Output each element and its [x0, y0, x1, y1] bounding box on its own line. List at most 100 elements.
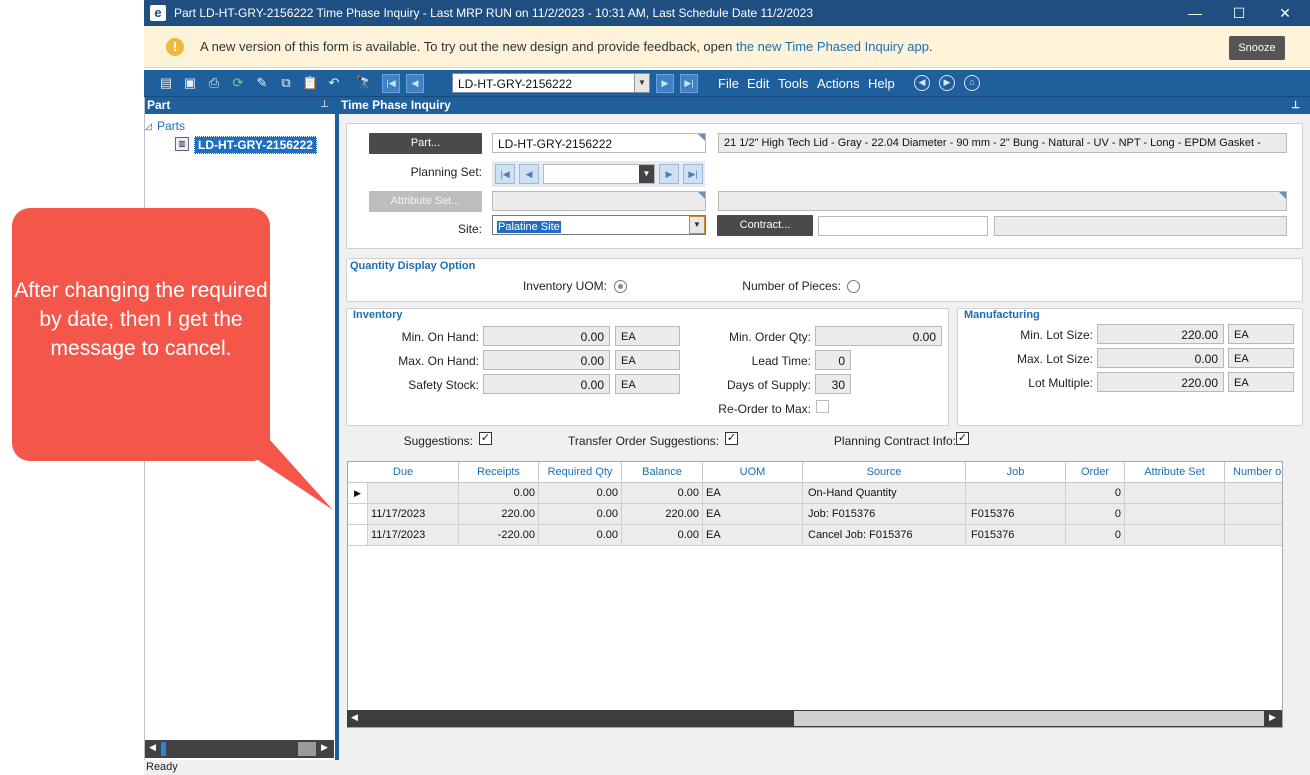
- part-button[interactable]: Part...: [369, 133, 482, 154]
- table-cell[interactable]: 0.00: [622, 483, 703, 504]
- close-button-2[interactable]: ✕: [1262, 0, 1308, 26]
- planning-last-icon[interactable]: ▶|: [683, 164, 703, 184]
- menu-help[interactable]: Help: [868, 76, 895, 91]
- minimize-button-2[interactable]: —: [1172, 0, 1218, 26]
- scroll-track[interactable]: [298, 742, 316, 756]
- planning-next-icon[interactable]: ▶: [659, 164, 679, 184]
- number-of-pieces-radio[interactable]: [847, 280, 860, 293]
- home-icon[interactable]: ⌂: [964, 75, 980, 91]
- inventory-uom-radio[interactable]: [614, 280, 627, 293]
- paste-icon[interactable]: 📋: [302, 75, 318, 91]
- table-cell[interactable]: EA: [703, 504, 803, 525]
- table-cell[interactable]: Job: F015376: [803, 504, 966, 525]
- table-cell[interactable]: 220.00: [459, 504, 539, 525]
- first-record-icon[interactable]: |◀: [382, 74, 400, 93]
- table-row[interactable]: 11/17/2023: [368, 525, 459, 546]
- refresh-icon[interactable]: ⟳: [230, 75, 246, 91]
- table-cell[interactable]: 220.00: [622, 504, 703, 525]
- col-due[interactable]: Due: [348, 462, 459, 483]
- row-indicator-icon[interactable]: ▶: [348, 483, 368, 504]
- maximize-button[interactable]: ☐: [1216, 0, 1262, 26]
- table-cell[interactable]: 0: [1066, 483, 1125, 504]
- table-cell[interactable]: [966, 483, 1066, 504]
- site-select[interactable]: Palatine Site ▼: [492, 215, 706, 235]
- menu-actions[interactable]: Actions: [817, 76, 860, 91]
- table-cell[interactable]: [1125, 483, 1225, 504]
- last-record-icon[interactable]: ▶|: [680, 74, 698, 93]
- previous-record-icon[interactable]: ◀: [406, 74, 424, 93]
- planning-set-select[interactable]: ▼: [543, 164, 655, 184]
- chevron-down-icon[interactable]: ▼: [634, 74, 649, 92]
- new-icon[interactable]: ▤: [158, 75, 174, 91]
- next-record-icon[interactable]: ▶: [656, 74, 674, 93]
- table-row[interactable]: [368, 483, 459, 504]
- reorder-to-max-checkbox[interactable]: [816, 400, 829, 413]
- contract-field[interactable]: [818, 216, 988, 236]
- table-cell[interactable]: 0: [1066, 504, 1125, 525]
- table-cell[interactable]: F015376: [966, 504, 1066, 525]
- left-horizontal-scrollbar[interactable]: ◀ ▶: [145, 740, 334, 758]
- forward-icon[interactable]: ▶: [939, 75, 955, 91]
- back-icon[interactable]: ◀: [914, 75, 930, 91]
- table-cell[interactable]: 0.00: [539, 483, 622, 504]
- col-job[interactable]: Job: [966, 462, 1066, 483]
- table-cell[interactable]: EA: [703, 525, 803, 546]
- col-number-of[interactable]: Number o: [1225, 462, 1282, 483]
- search-icon[interactable]: 🔭: [356, 75, 372, 91]
- clear-icon[interactable]: ✎: [254, 75, 270, 91]
- new-app-link[interactable]: the new Time Phased Inquiry app: [736, 39, 929, 54]
- table-cell[interactable]: EA: [703, 483, 803, 504]
- scroll-left-icon[interactable]: ◀: [149, 742, 156, 753]
- print-icon[interactable]: ⎙: [206, 75, 222, 91]
- main-pin-icon[interactable]: ⊥: [1291, 97, 1300, 114]
- table-cell[interactable]: 0.00: [539, 504, 622, 525]
- save-icon[interactable]: ▣: [182, 75, 198, 91]
- col-uom[interactable]: UOM: [703, 462, 803, 483]
- col-required-qty[interactable]: Required Qty: [539, 462, 622, 483]
- site-chevron-down-icon[interactable]: ▼: [689, 216, 705, 234]
- scroll-thumb[interactable]: [161, 742, 166, 756]
- part-field[interactable]: LD-HT-GRY-2156222: [492, 133, 706, 153]
- col-balance[interactable]: Balance: [622, 462, 703, 483]
- part-selector[interactable]: LD-HT-GRY-2156222 ▼: [452, 73, 650, 93]
- table-cell[interactable]: [1125, 504, 1225, 525]
- table-row[interactable]: 11/17/2023: [368, 504, 459, 525]
- suggestions-checkbox[interactable]: ✓: [479, 432, 492, 445]
- undo-icon[interactable]: ↶: [326, 75, 342, 91]
- planning-prev-icon[interactable]: ◀: [519, 164, 539, 184]
- grid-scroll-left-icon[interactable]: ◀: [351, 712, 358, 723]
- menu-edit[interactable]: Edit: [747, 76, 769, 91]
- copy-icon[interactable]: ⧉: [278, 75, 294, 91]
- table-cell[interactable]: 0.00: [539, 525, 622, 546]
- table-cell[interactable]: [1225, 525, 1282, 546]
- tree-root-parts[interactable]: Parts: [157, 119, 185, 133]
- contract-button[interactable]: Contract...: [717, 215, 813, 236]
- table-cell[interactable]: 0.00: [459, 483, 539, 504]
- col-order[interactable]: Order: [1066, 462, 1125, 483]
- row-selector[interactable]: [348, 504, 368, 525]
- col-source[interactable]: Source: [803, 462, 966, 483]
- grid-horizontal-scrollbar[interactable]: ◀ ▶: [347, 710, 1282, 727]
- planning-first-icon[interactable]: |◀: [495, 164, 515, 184]
- planning-contract-info-checkbox[interactable]: ✓: [956, 432, 969, 445]
- grid-scroll-track[interactable]: [794, 711, 1264, 726]
- col-attribute-set[interactable]: Attribute Set: [1125, 462, 1225, 483]
- table-cell[interactable]: On-Hand Quantity: [803, 483, 966, 504]
- time-phase-grid[interactable]: Due Receipts Required Qty Balance UOM So…: [347, 461, 1283, 728]
- col-receipts[interactable]: Receipts: [459, 462, 539, 483]
- expand-icon[interactable]: ◿: [145, 121, 152, 132]
- grid-scroll-right-icon[interactable]: ▶: [1269, 712, 1276, 723]
- transfer-order-suggestions-checkbox[interactable]: ✓: [725, 432, 738, 445]
- pin-icon[interactable]: ⊥: [320, 99, 329, 110]
- attribute-set-button[interactable]: Attribute Set...: [369, 191, 482, 212]
- row-selector[interactable]: [348, 525, 368, 546]
- table-cell[interactable]: -220.00: [459, 525, 539, 546]
- menu-file[interactable]: File: [718, 76, 739, 91]
- menu-tools[interactable]: Tools: [778, 76, 808, 91]
- table-cell[interactable]: [1225, 504, 1282, 525]
- table-cell[interactable]: 0.00: [622, 525, 703, 546]
- tree-node-part[interactable]: LD-HT-GRY-2156222: [194, 136, 317, 154]
- scroll-right-icon[interactable]: ▶: [321, 742, 328, 753]
- table-cell[interactable]: Cancel Job: F015376: [803, 525, 966, 546]
- table-cell[interactable]: 0: [1066, 525, 1125, 546]
